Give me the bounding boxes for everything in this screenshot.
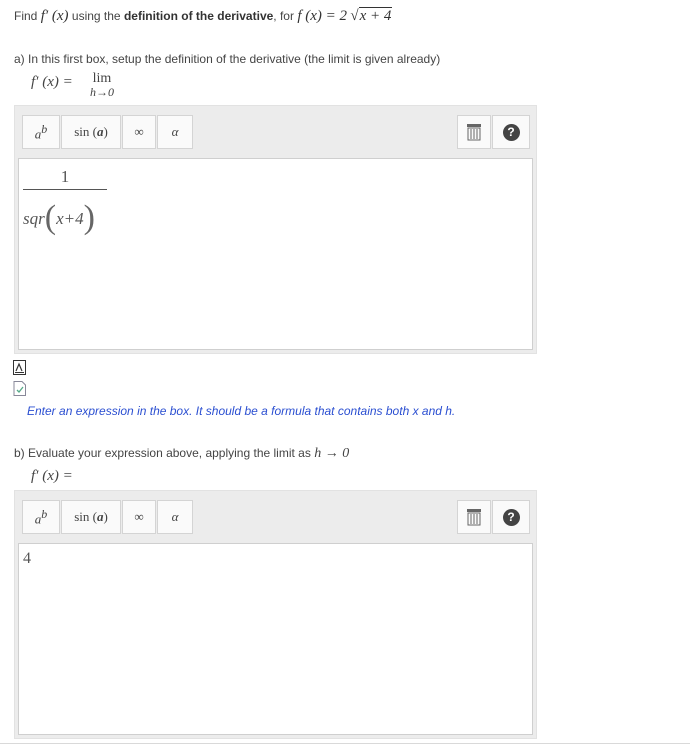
answer-b-value: 4 <box>23 550 31 567</box>
answer-input-b[interactable]: 4 <box>18 543 533 735</box>
fraction-bar <box>23 189 107 190</box>
keyboard-icon <box>467 124 481 141</box>
page-divider <box>0 743 690 744</box>
fraction-numerator: 1 <box>60 167 70 186</box>
help-button[interactable]: ? <box>492 115 530 149</box>
sin-button-b[interactable]: sin (a) <box>61 500 121 534</box>
help-icon: ? <box>502 508 520 526</box>
fprime-symbol: f′ (x) <box>40 8 69 24</box>
part-b-label: b) Evaluate your expression above, apply… <box>14 446 350 461</box>
sqrt-expression: √x + 4 <box>350 7 393 24</box>
help-icon: ? <box>502 123 520 141</box>
power-button-b[interactable]: ab <box>22 500 60 534</box>
keyboard-button[interactable] <box>457 115 491 149</box>
function-lhs: f (x) = 2 <box>297 8 347 24</box>
keyboard-icon <box>467 509 481 526</box>
part-b-lhs: f′ (x) = <box>31 468 73 484</box>
lim-text: lim <box>92 71 112 86</box>
keyboard-button-b[interactable] <box>457 500 491 534</box>
alpha-icon: α <box>171 509 179 524</box>
editor-b: ab sin (a) ∞ α ? 4 <box>14 490 537 739</box>
sin-icon: sin (a) <box>74 509 108 524</box>
infinity-button-b[interactable]: ∞ <box>122 500 156 534</box>
fraction-denominator: sqr(x+4) <box>23 199 95 236</box>
math-check-icon[interactable] <box>13 360 26 375</box>
toolbar-b: ab sin (a) ∞ α ? <box>15 491 536 541</box>
limit-expression: lim h→0 <box>85 71 119 99</box>
question-title: Find f′ (x) using the definition of the … <box>14 7 393 24</box>
sin-icon: sin (a) <box>74 124 108 139</box>
part-a-lhs: f′ (x) = <box>31 74 73 90</box>
power-button[interactable]: ab <box>22 115 60 149</box>
infinity-button[interactable]: ∞ <box>122 115 156 149</box>
part-a-label: a) In this first box, setup the definiti… <box>14 52 441 66</box>
toolbar-a: ab sin (a) ∞ α ? <box>15 106 536 156</box>
power-icon: ab <box>34 121 48 142</box>
file-check-icon[interactable] <box>13 381 26 396</box>
infinity-icon: ∞ <box>134 509 144 524</box>
answer-input-a[interactable]: 1 sqr(x+4) <box>18 158 533 350</box>
power-icon: ab <box>34 506 48 527</box>
hint-text: Enter an expression in the box. It shoul… <box>27 404 456 418</box>
infinity-icon: ∞ <box>134 124 144 139</box>
lim-subscript: h→0 <box>90 85 114 99</box>
sin-button[interactable]: sin (a) <box>61 115 121 149</box>
alpha-button-b[interactable]: α <box>157 500 193 534</box>
definition-bold: definition of the derivative <box>123 9 274 23</box>
alpha-button[interactable]: α <box>157 115 193 149</box>
editor-a: ab sin (a) ∞ α ? 1 sqr(x+4) <box>14 105 537 354</box>
alpha-icon: α <box>171 124 179 139</box>
help-button-b[interactable]: ? <box>492 500 530 534</box>
